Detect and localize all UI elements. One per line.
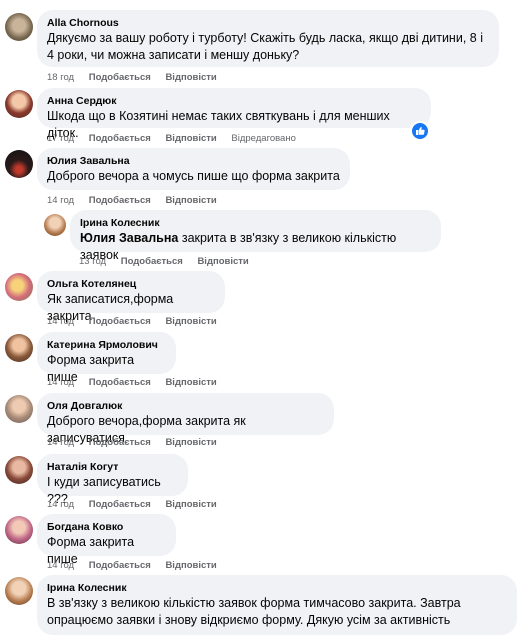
reply-button[interactable]: Відповісти [165, 133, 216, 144]
comment-time[interactable]: 14 год [47, 316, 74, 327]
comment-author[interactable]: Катерина Ярмолович [47, 338, 166, 352]
reply-button[interactable]: Відповісти [165, 560, 216, 571]
comment-author[interactable]: Наталія Когут [47, 460, 178, 474]
reply-button[interactable]: Відповісти [197, 256, 248, 267]
like-button[interactable]: Подобається [89, 437, 151, 448]
comment-time[interactable]: 18 год [47, 72, 74, 83]
mention-link[interactable]: Юлия Завальна [80, 231, 178, 245]
reply-button[interactable]: Відповісти [165, 195, 216, 206]
avatar[interactable] [5, 516, 33, 544]
comment-bubble: Наталія Когут І куди записуватись ??? [37, 454, 188, 506]
comment-bubble: Катерина Ярмолович Форма закрита пише [37, 332, 176, 384]
comment-actions: 17 год Подобається Відповісти Відредагов… [47, 133, 308, 145]
avatar[interactable] [5, 13, 33, 41]
reply-button[interactable]: Відповісти [165, 377, 216, 388]
comment-time[interactable]: 13 год [79, 256, 106, 267]
avatar[interactable] [5, 577, 33, 605]
comment-text: Дякуємо за вашу роботу і турботу! Скажіт… [47, 31, 483, 62]
comment-actions: 14 год Подобається Відповісти [47, 560, 229, 572]
like-button[interactable]: Подобається [89, 560, 151, 571]
comment-text: В зв'язку з великою кількістю заявок фор… [47, 596, 461, 627]
comment-author[interactable]: Ірина Колесник [47, 581, 507, 595]
like-button[interactable]: Подобається [121, 256, 183, 267]
edited-label: Відредаговано [231, 133, 296, 144]
comment-author[interactable]: Ірина Колесник [80, 216, 431, 230]
like-button[interactable]: Подобається [89, 499, 151, 510]
comment-author[interactable]: Alla Chornous [47, 16, 489, 30]
comment-author[interactable]: Оля Довгалюк [47, 399, 324, 413]
comment-time[interactable]: 14 год [47, 195, 74, 206]
comment-actions: 14 год Подобається Відповісти [47, 499, 229, 511]
comment-author[interactable]: Богдана Ковко [47, 520, 166, 534]
reply-button[interactable]: Відповісти [165, 72, 216, 83]
comment-actions: 13 год Подобається Відповісти [79, 256, 261, 268]
comment-actions: 14 год Подобається Відповісти [47, 195, 229, 207]
comment-author[interactable]: Анна Сердюк [47, 94, 421, 108]
comment-time[interactable]: 14 год [47, 499, 74, 510]
avatar[interactable] [5, 456, 33, 484]
comment-bubble: Оля Довгалюк Доброго вечора,форма закрит… [37, 393, 334, 445]
comment-actions: 14 год Подобається Відповісти [47, 437, 229, 449]
avatar[interactable] [5, 334, 33, 362]
comment-actions: 14 год Подобається Відповісти [47, 316, 229, 328]
like-button[interactable]: Подобається [89, 316, 151, 327]
like-button[interactable]: Подобається [89, 195, 151, 206]
avatar[interactable] [5, 90, 33, 118]
like-button[interactable]: Подобається [89, 133, 151, 144]
comment-time[interactable]: 17 год [47, 133, 74, 144]
comment-actions: 14 год Подобається Відповісти [47, 377, 229, 389]
comment-author[interactable]: Ольга Котелянец [47, 277, 215, 291]
comment-text: Доброго вечора а чомусь пише що форма за… [47, 169, 340, 183]
like-button[interactable]: Подобається [89, 377, 151, 388]
avatar[interactable] [5, 395, 33, 423]
comment-bubble: Ірина Колесник В зв'язку з великою кільк… [37, 575, 517, 635]
avatar[interactable] [5, 150, 33, 178]
like-thumb-icon [416, 126, 425, 135]
comment-bubble: Ольга Котелянец Як записатися,форма закр… [37, 271, 225, 323]
comment-bubble: Alla Chornous Дякуємо за вашу роботу і т… [37, 10, 499, 67]
like-reaction-badge[interactable] [410, 121, 430, 141]
comment-bubble: Анна Сердюк Шкода що в Козятині немає та… [37, 88, 431, 140]
like-button[interactable]: Подобається [89, 72, 151, 83]
comment-time[interactable]: 14 год [47, 377, 74, 388]
comment-bubble: Юлия Завальна Доброго вечора а чомусь пи… [37, 148, 350, 190]
comment-time[interactable]: 14 год [47, 560, 74, 571]
comment-bubble: Богдана Ковко Форма закрита пише [37, 514, 176, 566]
reply-button[interactable]: Відповісти [165, 316, 216, 327]
comment-author[interactable]: Юлия Завальна [47, 154, 340, 168]
comment-bubble: Ірина Колесник Юлия Завальна закрита в з… [70, 210, 441, 262]
comment-actions: 18 год Подобається Відповісти [47, 72, 229, 84]
comment-time[interactable]: 14 год [47, 437, 74, 448]
reply-button[interactable]: Відповісти [165, 437, 216, 448]
avatar[interactable] [44, 214, 66, 236]
reply-button[interactable]: Відповісти [165, 499, 216, 510]
avatar[interactable] [5, 273, 33, 301]
